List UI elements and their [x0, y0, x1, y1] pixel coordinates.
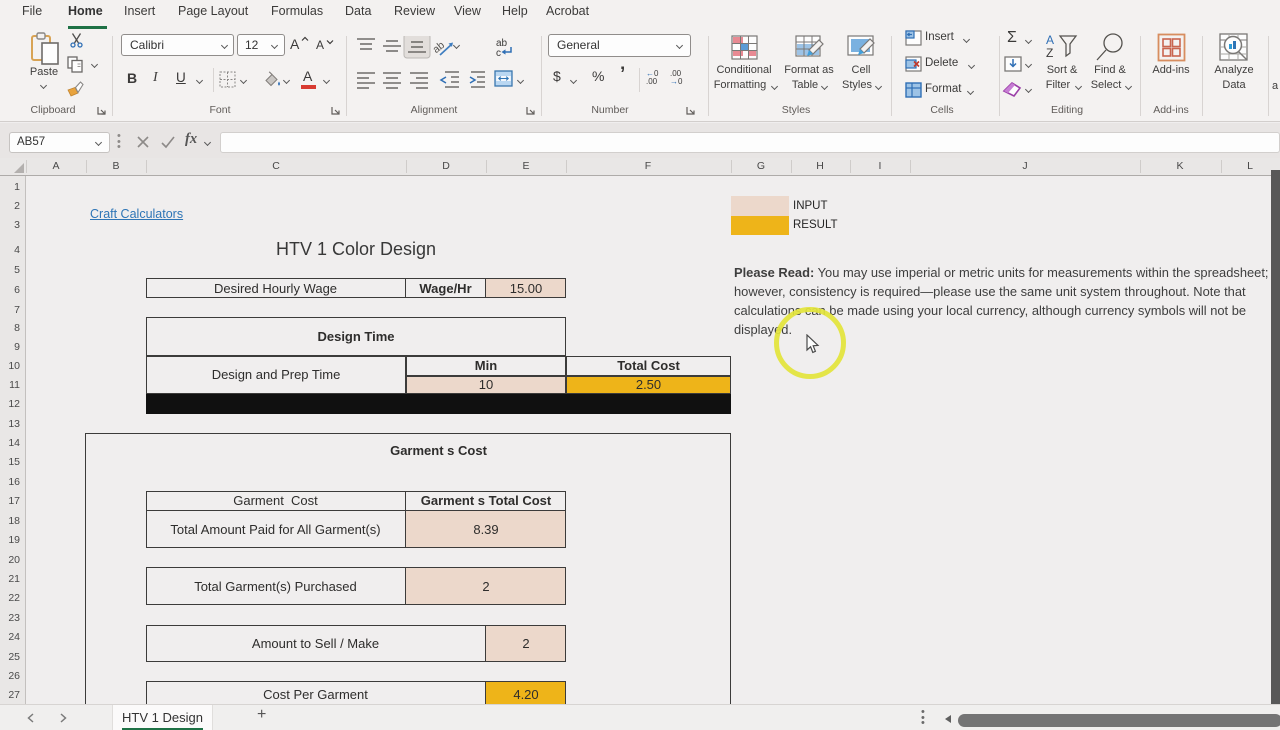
- svg-text:c: c: [496, 48, 501, 57]
- svg-text:A: A: [1046, 33, 1054, 47]
- svg-text:Z: Z: [1046, 46, 1053, 59]
- svg-text:ab: ab: [430, 39, 447, 56]
